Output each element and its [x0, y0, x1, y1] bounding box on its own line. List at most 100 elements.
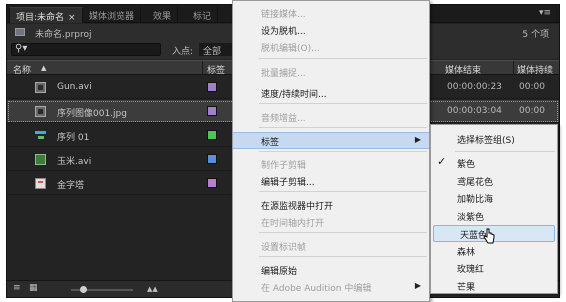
menu-separator	[259, 103, 427, 104]
film-icon	[35, 106, 46, 117]
menu-item-link-media[interactable]: 链接媒体...	[233, 5, 429, 22]
film-icon	[35, 82, 46, 93]
submenu-arrow-icon: ▶	[414, 281, 421, 290]
menu-item-edit-original[interactable]: 编辑原始	[233, 262, 429, 279]
label-color-swatch	[207, 130, 217, 140]
label-option-mango[interactable]: 芒果	[431, 278, 557, 295]
tab-effects[interactable]: 效果	[147, 7, 179, 23]
menu-item-label[interactable]: 标签 ▶	[233, 132, 429, 149]
item-name: 序列图像001.jpg	[57, 109, 127, 119]
clip-icon	[35, 154, 46, 165]
label-option-text: 鸢尾花色	[457, 177, 494, 188]
label-option-text: 芒果	[457, 282, 476, 293]
menu-item-audio-gain[interactable]: 音频增益...	[233, 109, 429, 126]
menu-separator	[259, 127, 427, 128]
menu-separator	[259, 256, 427, 257]
menu-separator	[259, 58, 427, 59]
menu-separator	[259, 191, 427, 192]
menu-item-label: 在时间轴内打开	[261, 219, 325, 229]
item-name: 金字塔	[57, 181, 85, 191]
panel-menu-icon[interactable]: ▾≡	[539, 8, 551, 18]
menu-item-label: 链接媒体...	[261, 10, 306, 20]
item-media-end: 00:00:00:23	[447, 82, 502, 92]
close-icon[interactable]: ×	[68, 13, 76, 23]
tab-media-browser[interactable]: 媒体浏览器	[83, 7, 142, 23]
column-header-media-duration[interactable]: 媒体持续	[517, 63, 553, 76]
project-file-name: 未命名.prproj	[35, 30, 92, 40]
zoom-slider[interactable]	[71, 286, 133, 293]
menu-item-open-in-source-monitor[interactable]: 在源监视器中打开	[233, 197, 429, 214]
label-submenu: 选择标签组(S) ✓ 紫色 鸢尾花色 加勒比海 淡紫色 天蓝色 森林 玫瑰红 芒果	[430, 124, 558, 294]
item-media-duration: 00:00	[519, 106, 545, 116]
tab-markers[interactable]: 标记	[187, 7, 219, 23]
label-option-violet[interactable]: ✓ 紫色	[431, 155, 557, 172]
column-header-label[interactable]: 标签	[207, 63, 225, 76]
menu-item-label: 在源监视器中打开	[261, 202, 334, 212]
sequence-icon	[35, 130, 46, 141]
label-color-swatch	[207, 178, 217, 188]
label-color-swatch	[207, 82, 217, 92]
item-name: 玉米.avi	[57, 157, 92, 167]
sort-ascending-icon[interactable]: ▲	[41, 64, 46, 72]
menu-item-label: 音频增益...	[261, 114, 306, 124]
label-option-text: 淡紫色	[457, 212, 485, 223]
item-name: Gun.avi	[57, 82, 92, 92]
menu-item-label: 批量捕捉...	[261, 69, 306, 79]
select-label-group-item[interactable]: 选择标签组(S)	[431, 131, 557, 148]
submenu-arrow-icon: ▶	[414, 135, 421, 144]
list-view-icon[interactable]: ≡	[13, 283, 21, 293]
menu-item-edit-subclip[interactable]: 编辑子剪辑...	[233, 173, 429, 190]
item-count: 5 个项	[522, 30, 549, 40]
label-color-swatch	[207, 154, 217, 164]
menu-item-make-subclip[interactable]: 制作子剪辑	[233, 156, 429, 173]
menu-separator	[259, 232, 427, 233]
column-header-name[interactable]: 名称	[13, 63, 31, 76]
menu-item-set-poster-frame[interactable]: 设置标识帧	[233, 238, 429, 255]
menu-item-speed-duration[interactable]: 速度/持续时间...	[233, 85, 429, 102]
menu-item-label: 标签	[261, 138, 280, 148]
still-icon	[35, 178, 46, 189]
menu-item-make-offline[interactable]: 设为脱机...	[233, 22, 429, 39]
label-option-text: 玫瑰红	[457, 265, 485, 275]
label-color-swatch	[207, 106, 217, 116]
column-header-media-end[interactable]: 媒体结束	[445, 63, 481, 76]
item-name: 序列 01	[57, 133, 90, 143]
item-media-duration: 00:00	[519, 82, 545, 92]
label-option-lavender[interactable]: 淡紫色	[431, 208, 557, 225]
label-option-iris[interactable]: 鸢尾花色	[431, 173, 557, 190]
menu-item-edit-in-adobe-audition[interactable]: 在 Adobe Audition 中编辑 ▶	[233, 279, 429, 296]
checkmark-icon: ✓	[437, 155, 447, 168]
menu-item-batch-capture[interactable]: 批量捕捉...	[233, 64, 429, 81]
zoom-slider-handle[interactable]	[80, 286, 88, 293]
menu-item-label: 设置标识帧	[261, 243, 307, 253]
label-option-text: 加勒比海	[457, 195, 494, 205]
menu-separator	[455, 151, 555, 152]
menu-item-label: 编辑原始	[261, 267, 298, 277]
tab-project[interactable]: 项目:未命名 ×	[9, 7, 83, 23]
label-option-text: 紫色	[457, 160, 476, 170]
menu-item-label: 设为脱机...	[261, 27, 306, 37]
automate-to-sequence-icon[interactable]: ▲▲	[147, 285, 158, 293]
item-media-end: 00:00:03:04	[447, 106, 502, 116]
project-file-icon	[15, 28, 25, 36]
tab-project-label: 项目:未命名	[16, 13, 65, 23]
menu-item-offline-edit[interactable]: 脱机编辑(O)...	[233, 39, 429, 56]
label-option-caribbean[interactable]: 加勒比海	[431, 190, 557, 207]
hand-cursor-icon	[483, 228, 495, 244]
icon-view-icon[interactable]: ▦	[29, 283, 38, 293]
menu-separator	[259, 151, 427, 152]
column-divider[interactable]	[202, 61, 203, 75]
label-option-rose[interactable]: 玫瑰红	[431, 260, 557, 277]
label-option-text: 森林	[457, 247, 476, 258]
menu-item-label: 编辑子剪辑...	[261, 178, 315, 188]
menu-item-open-in-timeline[interactable]: 在时间轴内打开	[233, 214, 429, 231]
menu-item-label: 脱机编辑(O)...	[261, 44, 320, 54]
context-menu: 链接媒体... 设为脱机... 脱机编辑(O)... 批量捕捉... 速度/持续时间..…	[232, 0, 430, 302]
search-input[interactable]: ⚲▾	[11, 43, 161, 56]
menu-item-label: 速度/持续时间...	[261, 90, 327, 100]
menu-item-label: 在 Adobe Audition 中编辑	[261, 284, 372, 294]
search-icon[interactable]: ⚲▾	[15, 43, 27, 54]
menu-item-label: 制作子剪辑	[261, 161, 307, 171]
column-divider[interactable]	[513, 61, 514, 75]
in-point-label: 入点:	[172, 47, 194, 57]
